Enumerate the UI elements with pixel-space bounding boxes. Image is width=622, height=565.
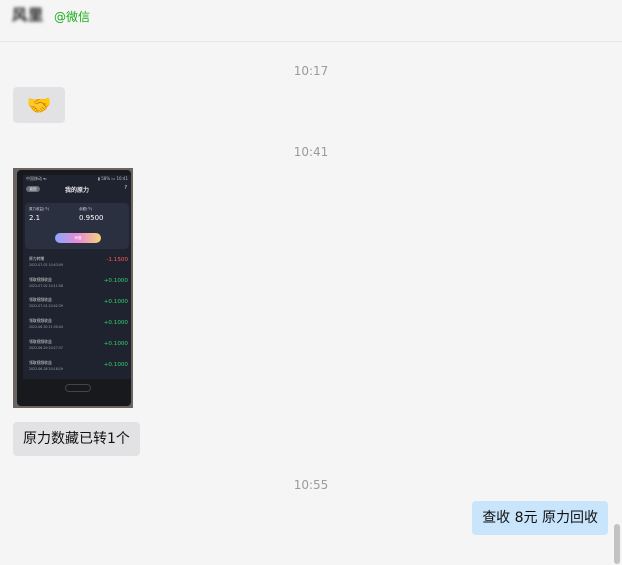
emoji-message[interactable]: 🤝 [13, 87, 65, 123]
phone-row-date: 2022-07-02 10:11:58 [29, 284, 63, 288]
scrollbar-thumb[interactable] [614, 524, 620, 564]
phone-page-title: 我的原力 [64, 187, 89, 194]
phone-row-date: 2022-06-28 20:18:29 [29, 367, 63, 371]
phone-row-amount: +0.1000 [103, 299, 128, 305]
phone-transfer-button: 转赠 [55, 233, 101, 243]
timestamp: 10:17 [293, 64, 329, 78]
phone-card-label: 原力收益(个) [29, 207, 50, 211]
phone-card-value: 2.1 [29, 214, 41, 222]
phone-row-amount: +0.1000 [103, 278, 128, 284]
phone-row-amount: -1.1500 [106, 257, 128, 263]
chat-header: 风里 @微信 [0, 0, 622, 42]
phone-home-button [65, 384, 91, 392]
help-icon: ? [124, 185, 127, 191]
contact-name[interactable]: 风里 [12, 4, 44, 25]
phone-row-date: 2022-06-29 20:27:37 [29, 346, 63, 350]
timestamp: 10:41 [293, 145, 329, 159]
phone-screen: 中国移动 ▾ᵢₗ ▮ 58% ▭ 10:41 返回 我的原力 ? 原力收益(个)… [23, 175, 131, 379]
phone-card-label: 余额(个) [79, 207, 93, 211]
phone-row-amount: +0.1000 [103, 362, 128, 368]
phone-row-label: 领取视频收益 [29, 339, 52, 344]
image-message[interactable]: 中国移动 ▾ᵢₗ ▮ 58% ▭ 10:41 返回 我的原力 ? 原力收益(个)… [13, 168, 133, 408]
phone-row-label: 领取视频收益 [29, 277, 52, 282]
text-message-sent[interactable]: 查收 8元 原力回收 [472, 501, 608, 535]
phone-row-label: 原力转赠 [29, 256, 45, 261]
phone-status-left: 中国移动 ▾ᵢₗ [26, 176, 47, 181]
handshake-icon: 🤝 [26, 93, 52, 117]
phone-status-right: ▮ 58% ▭ 10:41 [97, 176, 128, 181]
phone-row-date: 2022-06-30 21:30:44 [29, 325, 63, 329]
phone-row-amount: +0.1000 [103, 341, 128, 347]
phone-row-label: 领取视频收益 [29, 318, 52, 323]
phone-row-amount: +0.1000 [103, 320, 128, 326]
phone-row-date: 2022-07-02 10:43:09 [29, 263, 63, 267]
timestamp: 10:55 [293, 478, 329, 492]
phone-summary-card: 原力收益(个) 2.1 余额(个) 0.9500 转赠 [25, 203, 129, 249]
phone-row-label: 领取视频收益 [29, 297, 52, 302]
phone-card-value: 0.9500 [79, 214, 104, 222]
contact-source-label: @微信 [54, 10, 91, 24]
phone-row-date: 2022-07-01 20:42:39 [29, 304, 63, 308]
phone-row-label: 领取视频收益 [29, 360, 52, 365]
phone-bezel: 中国移动 ▾ᵢₗ ▮ 58% ▭ 10:41 返回 我的原力 ? 原力收益(个)… [17, 170, 131, 406]
text-message[interactable]: 原力数藏已转1个 [13, 422, 140, 456]
